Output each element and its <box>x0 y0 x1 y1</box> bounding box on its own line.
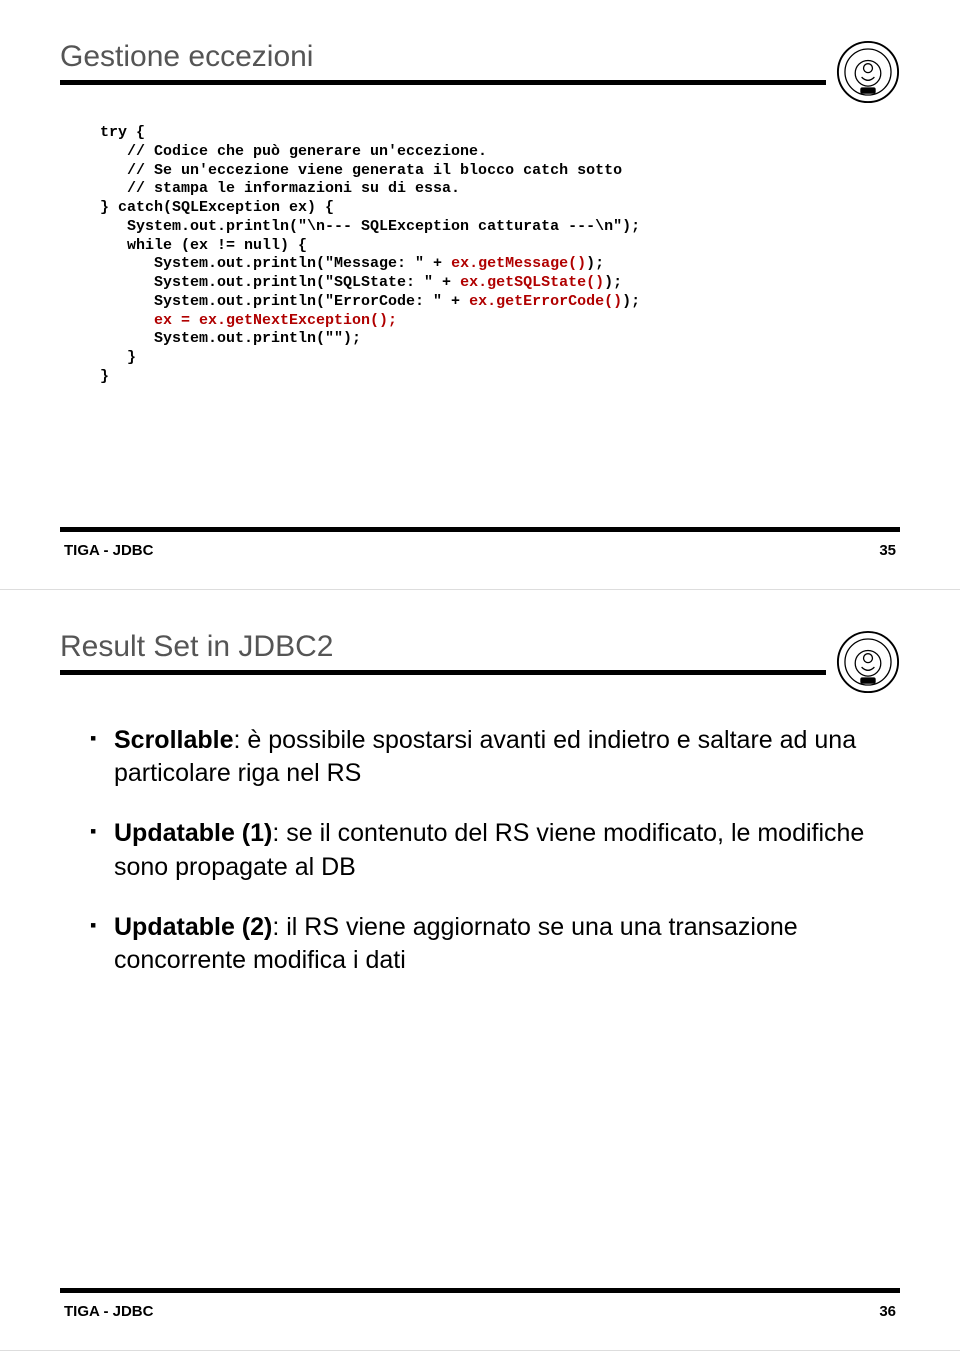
title-rule <box>60 670 826 675</box>
seal-icon <box>836 630 900 694</box>
codeline: ); <box>604 274 622 291</box>
bullet-item: Scrollable: è possibile spostarsi avanti… <box>90 724 880 792</box>
codeline: System.out.println("\n--- SQLException c… <box>100 218 640 235</box>
codeline: System.out.println(""); <box>100 330 361 347</box>
slide-title: Result Set in JDBC2 <box>60 630 826 664</box>
bullet-bold: Scrollable <box>114 726 234 754</box>
slide-2: Result Set in JDBC2 Scrollable: è possib… <box>0 590 960 1352</box>
bullet-bold: Updatable (2) <box>114 913 272 941</box>
footer-wrap: TIGA - JDBC 35 <box>60 527 900 559</box>
codeline: while (ex != null) { <box>100 237 307 254</box>
codeline: ); <box>586 255 604 272</box>
slide-1: Gestione eccezioni try { // Codice che p… <box>0 0 960 590</box>
codeline: ); <box>622 293 640 310</box>
code-highlight: ex.getMessage() <box>451 255 586 272</box>
slide-header: Gestione eccezioni <box>60 40 900 104</box>
codeline: System.out.println("ErrorCode: " + <box>100 293 469 310</box>
footer-rule <box>60 527 900 532</box>
footer-left: TIGA - JDBC <box>64 1303 153 1320</box>
bullet-item: Updatable (2): il RS viene aggiornato se… <box>90 911 880 979</box>
slide-footer: TIGA - JDBC 36 <box>60 1303 900 1320</box>
footer-rule <box>60 1288 900 1293</box>
footer-left: TIGA - JDBC <box>64 542 153 559</box>
codeline: try { <box>100 124 145 141</box>
bullet-item: Updatable (1): se il contenuto del RS vi… <box>90 817 880 885</box>
code-highlight: ex.getErrorCode() <box>469 293 622 310</box>
codeline: // Se un'eccezione viene generata il blo… <box>100 162 622 179</box>
slide-footer: TIGA - JDBC 35 <box>60 542 900 559</box>
code-highlight: ex.getSQLState() <box>460 274 604 291</box>
title-rule <box>60 80 826 85</box>
codeline: // Codice che può generare un'eccezione. <box>100 143 487 160</box>
codeline: System.out.println("Message: " + <box>100 255 451 272</box>
bullet-bold: Updatable (1) <box>114 819 272 847</box>
title-block: Result Set in JDBC2 <box>60 630 826 675</box>
page-number: 35 <box>879 542 896 559</box>
seal-icon <box>836 40 900 104</box>
code-block: try { // Codice che può generare un'ecce… <box>100 124 900 387</box>
codeline: } catch(SQLException ex) { <box>100 199 334 216</box>
codeline: } <box>100 368 109 385</box>
codeline: } <box>100 349 136 366</box>
slide-header: Result Set in JDBC2 <box>60 630 900 694</box>
bullet-list: Scrollable: è possibile spostarsi avanti… <box>60 724 900 979</box>
codeline: // stampa le informazioni su di essa. <box>100 180 460 197</box>
footer-wrap: TIGA - JDBC 36 <box>60 1288 900 1320</box>
code-highlight: ex = ex.getNextException(); <box>100 312 397 329</box>
slide-title: Gestione eccezioni <box>60 40 826 74</box>
codeline: System.out.println("SQLState: " + <box>100 274 460 291</box>
page-number: 36 <box>879 1303 896 1320</box>
title-block: Gestione eccezioni <box>60 40 826 85</box>
